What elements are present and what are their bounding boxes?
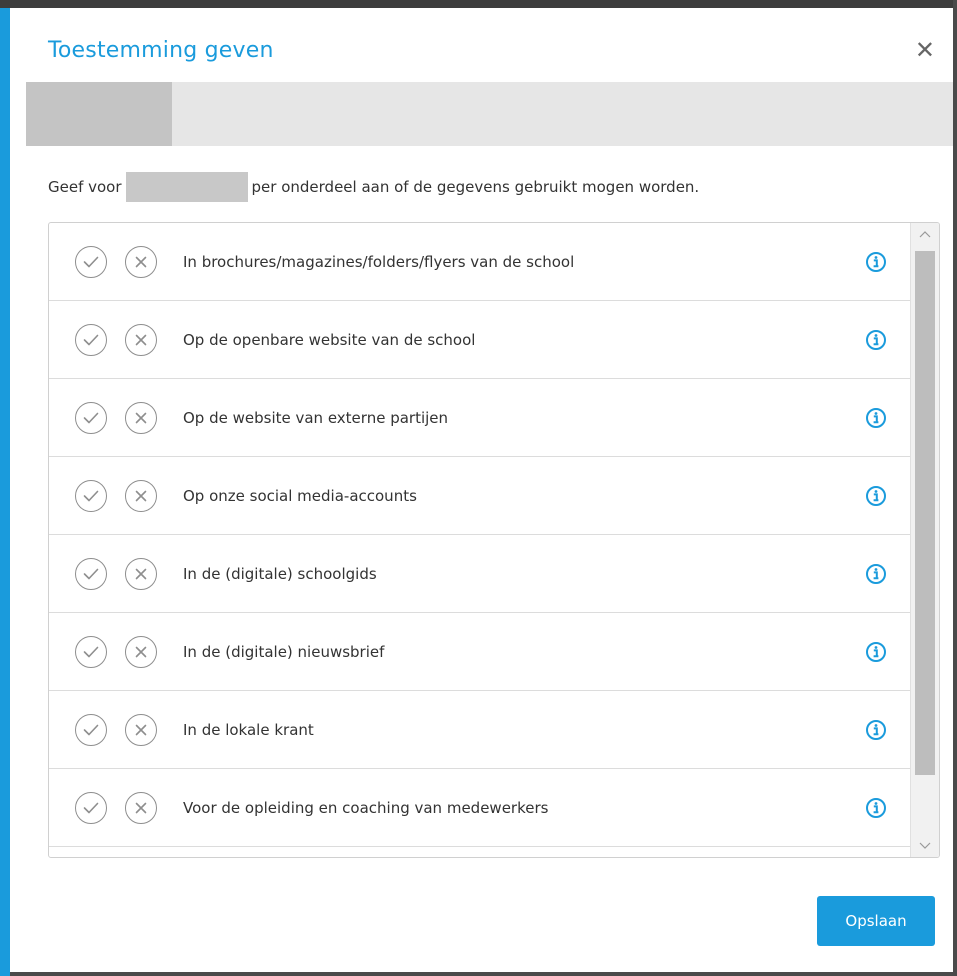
intro-text: Geef voor per onderdeel aan of de gegeve… (48, 172, 699, 202)
intro-prefix: Geef voor (48, 178, 122, 196)
close-icon[interactable]: ✕ (915, 38, 935, 62)
scrollbar[interactable] (910, 223, 939, 857)
intro-suffix: per onderdeel aan of de gegevens gebruik… (251, 178, 700, 196)
deny-x-icon[interactable] (125, 479, 157, 512)
info-icon[interactable] (865, 251, 887, 273)
info-icon[interactable] (865, 719, 887, 741)
consent-row: In de lokale krant (49, 691, 911, 769)
consent-row-label: Op de openbare website van de school (183, 330, 476, 349)
consent-row-label: In de (digitale) schoolgids (183, 564, 377, 583)
consent-row-label: Voor de opleiding en coaching van medewe… (183, 798, 549, 817)
redacted-name (125, 172, 248, 202)
info-icon[interactable] (865, 797, 887, 819)
consent-dialog: Toestemming geven ✕ Geef voor per onderd… (10, 8, 953, 972)
approve-check-icon[interactable] (75, 557, 107, 590)
consent-row: In de (digitale) schoolgids (49, 535, 911, 613)
consent-row-label: In de (digitale) nieuwsbrief (183, 642, 385, 661)
dialog-accent-border (0, 8, 10, 976)
approve-check-icon[interactable] (75, 479, 107, 512)
window-frame-right (953, 0, 957, 976)
approve-check-icon[interactable] (75, 635, 107, 668)
save-button[interactable]: Opslaan (817, 896, 935, 946)
deny-x-icon[interactable] (125, 557, 157, 590)
consent-row-label: Op de website van externe partijen (183, 408, 449, 427)
consent-row-label: In brochures/magazines/folders/flyers va… (183, 252, 575, 271)
deny-x-icon[interactable] (125, 635, 157, 668)
scrollbar-thumb[interactable] (915, 251, 935, 775)
deny-x-icon[interactable] (125, 713, 157, 746)
approve-check-icon[interactable] (75, 323, 107, 356)
approve-check-icon[interactable] (75, 713, 107, 746)
consent-list: In brochures/magazines/folders/flyers va… (48, 222, 940, 858)
info-icon[interactable] (865, 485, 887, 507)
scroll-down-icon[interactable] (911, 835, 939, 857)
consent-row: Voor de opleiding en coaching van medewe… (49, 769, 911, 847)
consent-row: In brochures/magazines/folders/flyers va… (49, 223, 911, 301)
deny-x-icon[interactable] (125, 791, 157, 824)
deny-x-icon[interactable] (125, 323, 157, 356)
consent-row: Op de website van externe partijen (49, 379, 911, 457)
dialog-title: Toestemming geven (48, 38, 274, 63)
consent-row-label: In de lokale krant (183, 720, 314, 739)
scroll-up-icon[interactable] (911, 223, 939, 245)
approve-check-icon[interactable] (75, 401, 107, 434)
info-icon[interactable] (865, 563, 887, 585)
consent-row: In de (digitale) nieuwsbrief (49, 613, 911, 691)
deny-x-icon[interactable] (125, 245, 157, 278)
info-icon[interactable] (865, 407, 887, 429)
tab-bar (26, 82, 953, 146)
window-frame-bottom (0, 972, 957, 976)
consent-row: Op de openbare website van de school (49, 301, 911, 379)
info-icon[interactable] (865, 329, 887, 351)
consent-row-label: Op onze social media-accounts (183, 486, 417, 505)
consent-rows: In brochures/magazines/folders/flyers va… (49, 223, 911, 857)
approve-check-icon[interactable] (75, 791, 107, 824)
window-frame-top (0, 0, 957, 8)
consent-row: Op onze social media-accounts (49, 457, 911, 535)
tab-selected[interactable] (26, 82, 172, 146)
approve-check-icon[interactable] (75, 245, 107, 278)
info-icon[interactable] (865, 641, 887, 663)
deny-x-icon[interactable] (125, 401, 157, 434)
